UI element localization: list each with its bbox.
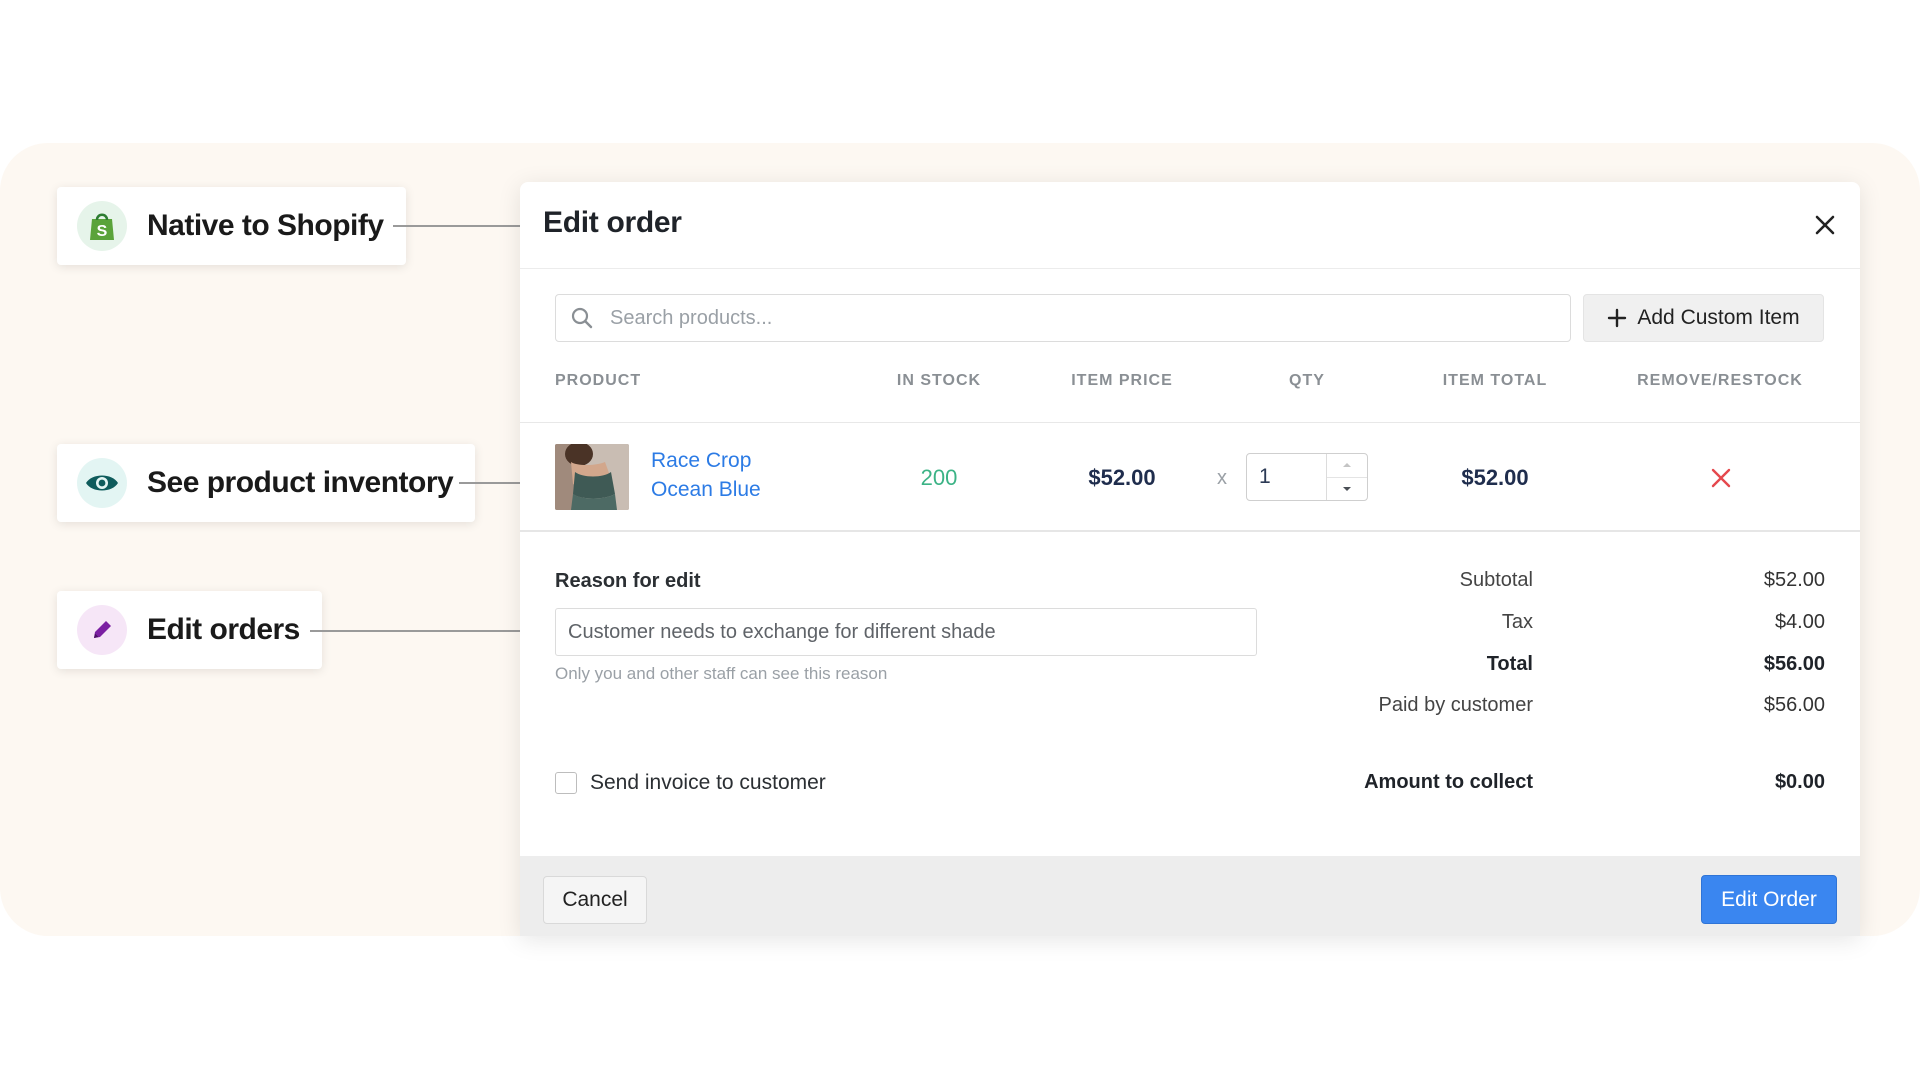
divider (520, 422, 1860, 423)
paid-by-customer-value: $56.00 (1763, 694, 1825, 716)
send-invoice-checkbox[interactable] (555, 772, 577, 794)
feature-label: Edit orders (147, 613, 300, 646)
send-invoice-label[interactable]: Send invoice to customer (590, 771, 826, 795)
subtotal-value: $52.00 (1763, 569, 1825, 591)
connector-line (310, 630, 520, 632)
eye-icon (77, 458, 127, 508)
edit-order-modal: Edit order Add Custom Item PRODUCT IN ST… (520, 182, 1860, 936)
search-icon (571, 307, 593, 329)
decrement-arrow-icon[interactable] (1327, 476, 1367, 501)
column-header-in-stock: IN STOCK (896, 372, 982, 389)
connector-line (459, 482, 520, 484)
quantity-stepper[interactable]: 1 (1246, 453, 1368, 501)
column-header-item-price: ITEM PRICE (1071, 372, 1173, 389)
tax-value: $4.00 (1774, 611, 1825, 633)
feature-native-to-shopify: S Native to Shopify (57, 187, 406, 265)
modal-title: Edit order (543, 206, 682, 239)
close-icon[interactable] (1812, 212, 1838, 238)
feature-label: Native to Shopify (147, 209, 384, 242)
column-header-qty: QTY (1289, 372, 1325, 389)
product-thumbnail (555, 444, 629, 510)
feature-see-product-inventory: See product inventory (57, 444, 476, 522)
product-variant-link[interactable]: Ocean Blue (651, 478, 761, 502)
increment-arrow-icon[interactable] (1327, 454, 1367, 477)
shopify-bag-icon: S (77, 201, 127, 251)
product-name-link[interactable]: Race Crop (651, 449, 751, 473)
modal-footer: Cancel Edit Order (520, 856, 1860, 936)
quantity-value[interactable]: 1 (1247, 454, 1326, 500)
search-products-field[interactable] (555, 294, 1571, 342)
total-label: Total (1486, 653, 1533, 675)
in-stock-value: 200 (920, 465, 958, 490)
total-value: $56.00 (1763, 653, 1825, 675)
add-custom-item-button[interactable]: Add Custom Item (1583, 294, 1824, 342)
cancel-button[interactable]: Cancel (543, 876, 647, 924)
amount-to-collect-label: Amount to collect (1364, 771, 1533, 793)
column-header-item-total: ITEM TOTAL (1442, 372, 1548, 389)
column-header-remove-restock: REMOVE/RESTOCK (1637, 372, 1803, 389)
reason-for-edit-input[interactable]: Customer needs to exchange for different… (555, 608, 1257, 656)
reason-for-edit-label: Reason for edit (555, 570, 701, 592)
amount-to-collect-value: $0.00 (1774, 771, 1825, 793)
subtotal-label: Subtotal (1459, 569, 1533, 591)
remove-item-icon[interactable] (1709, 466, 1733, 490)
column-header-product: PRODUCT (555, 372, 642, 389)
search-input[interactable] (608, 305, 1570, 331)
divider (520, 530, 1860, 532)
pencil-icon (77, 605, 127, 655)
item-price-value: $52.00 (1088, 465, 1156, 490)
feature-label: See product inventory (147, 466, 454, 499)
add-custom-item-label: Add Custom Item (1637, 306, 1800, 329)
multiply-sign: x (1217, 467, 1227, 489)
item-total-value: $52.00 (1461, 465, 1529, 490)
plus-icon (1608, 308, 1627, 328)
reason-help-text: Only you and other staff can see this re… (555, 664, 888, 683)
tax-label: Tax (1501, 611, 1533, 633)
modal-header: Edit order (520, 182, 1860, 269)
connector-line (393, 225, 520, 227)
paid-by-customer-label: Paid by customer (1378, 694, 1533, 716)
edit-order-button[interactable]: Edit Order (1701, 875, 1837, 924)
svg-text:S: S (97, 223, 108, 240)
feature-edit-orders: Edit orders (57, 591, 322, 669)
